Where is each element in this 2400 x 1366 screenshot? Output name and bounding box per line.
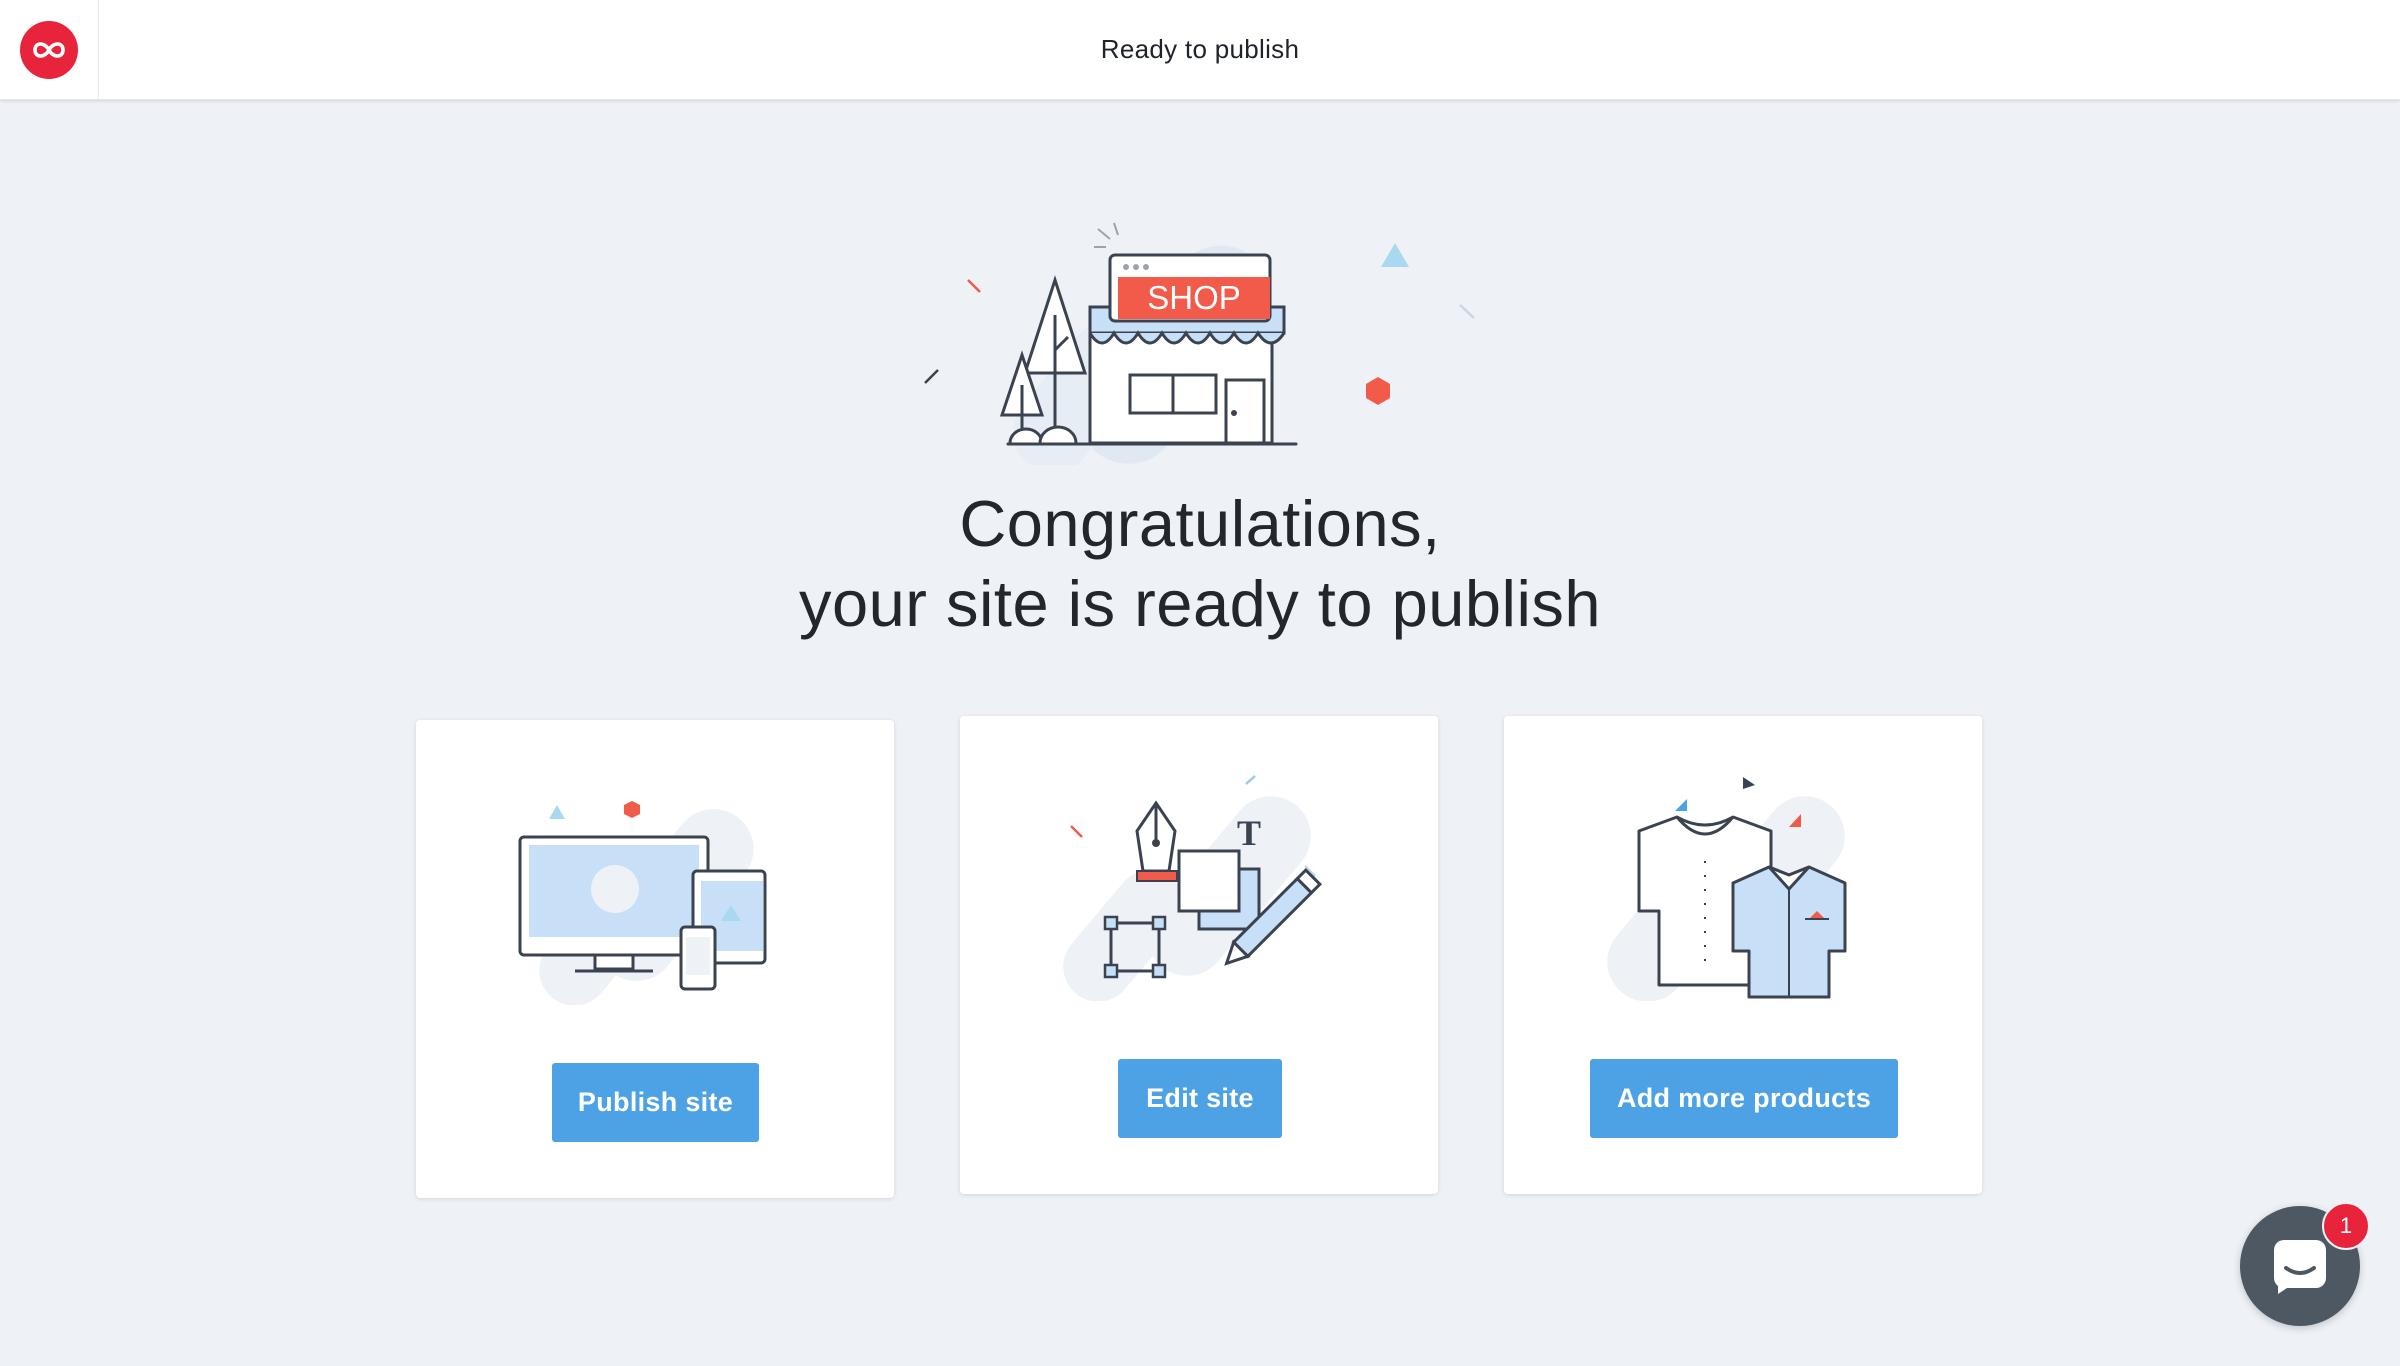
publish-site-button[interactable]: Publish site	[552, 1063, 759, 1142]
publish-site-card: Publish site	[416, 720, 894, 1198]
infinity-icon[interactable]	[20, 20, 78, 79]
design-tools-icon: T	[1029, 771, 1369, 1002]
heading-line-2: your site is ready to publish	[798, 567, 1602, 640]
shirts-icon	[1573, 771, 1913, 1002]
heading-line-1: Congratulations,	[959, 487, 1441, 560]
devices-icon	[485, 775, 825, 1006]
chat-icon	[2274, 1240, 2326, 1294]
top-bar: Ready to publish	[0, 0, 2400, 100]
chat-unread-badge: 1	[2322, 1202, 2370, 1250]
edit-site-card: T Edit site	[960, 716, 1438, 1194]
shop-illustration: SHOP	[900, 215, 1500, 473]
add-more-products-button[interactable]: Add more products	[1590, 1059, 1898, 1138]
shop-sign-text: SHOP	[1147, 279, 1241, 316]
page-title: Ready to publish	[1100, 34, 1300, 64]
congratulations-heading: Congratulations, your site is ready to p…	[0, 484, 2400, 644]
svg-text:T: T	[1237, 813, 1261, 853]
edit-site-button[interactable]: Edit site	[1118, 1059, 1282, 1138]
add-products-card: Add more products	[1504, 716, 1982, 1194]
logo-cell[interactable]	[0, 0, 99, 99]
